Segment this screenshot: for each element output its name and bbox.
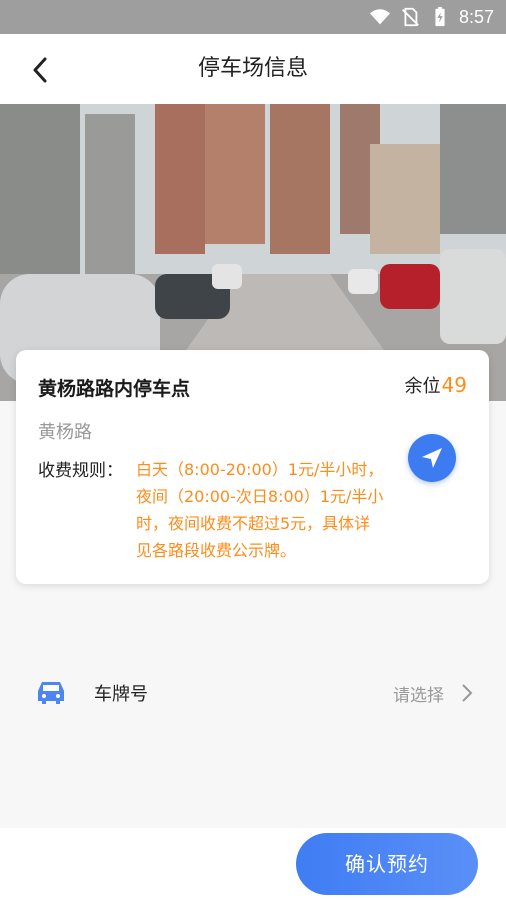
license-plate-label: 车牌号 [94,684,148,705]
license-plate-row[interactable]: 车牌号 请选择 [0,660,506,724]
parking-info-card: 黄杨路路内停车点 余位49 黄杨路 收费规则： 白天（8:00-20:00）1元… [16,350,489,584]
road-name: 黄杨路 [38,422,92,443]
battery-icon [435,6,445,27]
top-navigation-bar: 停车场信息 [0,34,506,104]
available-spaces: 余位49 [405,372,467,398]
bottom-action-bar: 确认预约 [0,828,506,900]
license-plate-select[interactable]: 请选择 [393,681,444,706]
fee-rule-label: 收费规则： [38,461,123,481]
confirm-reservation-button[interactable]: 确认预约 [296,833,478,895]
status-bar: 8:57 [0,0,506,34]
chevron-right-icon [462,684,473,702]
status-time: 8:57 [458,6,494,27]
car-icon [38,682,64,704]
page-title: 停车场信息 [197,56,308,81]
navigate-button[interactable] [408,434,456,482]
fee-rule-text: 白天（8:00-20:00）1元/半小时，夜间（20:00-次日8:00）1元/… [136,460,384,560]
navigation-arrow-icon [422,448,442,468]
no-sim-icon [401,7,419,27]
available-spaces-label: 余位 [404,376,441,397]
parking-lot-name: 黄杨路路内停车点 [38,378,191,400]
available-spaces-count: 49 [441,373,467,397]
wifi-icon [369,9,391,25]
